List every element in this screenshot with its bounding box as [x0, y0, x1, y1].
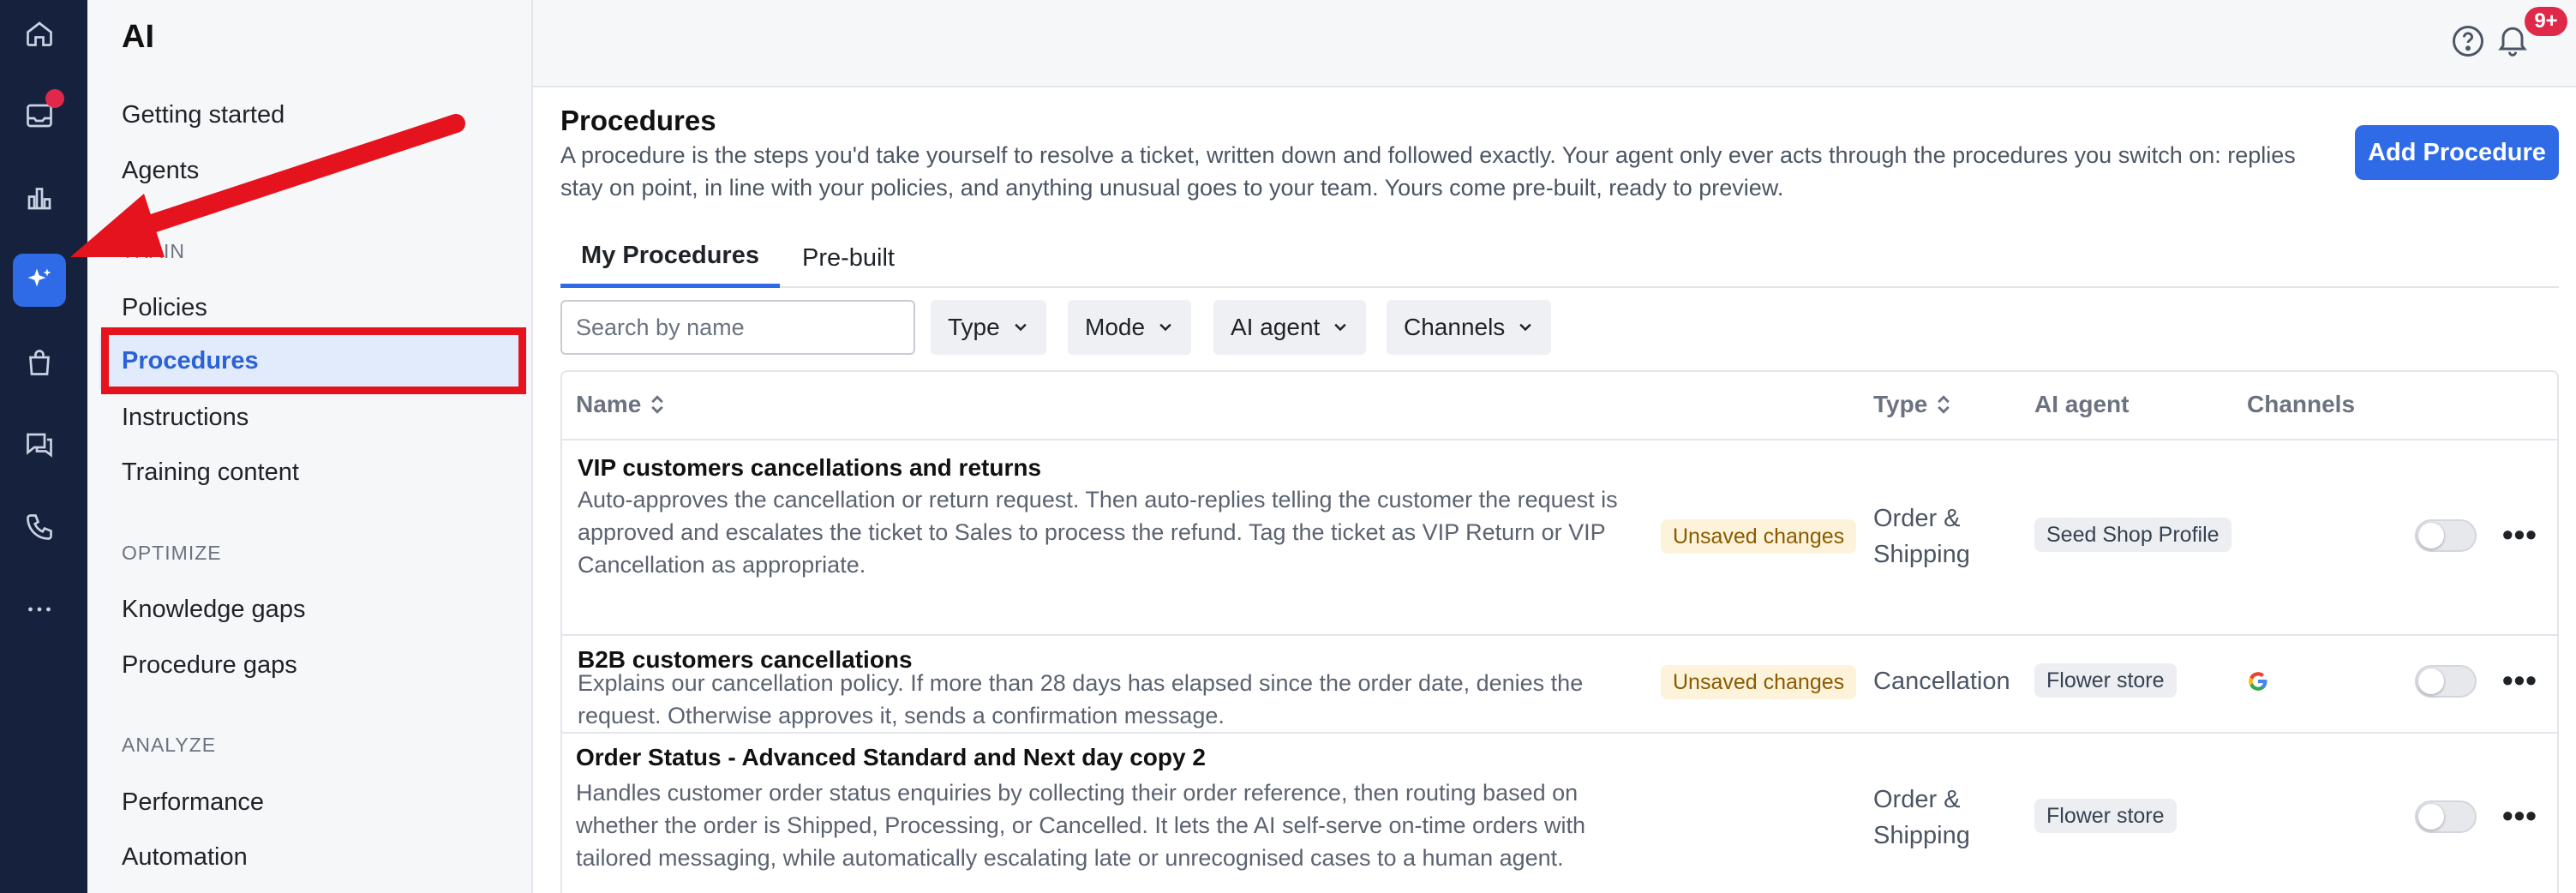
notification-count-badge: 9+: [2525, 7, 2567, 36]
column-header-name[interactable]: Name: [576, 391, 665, 418]
page-title: Procedures: [560, 105, 716, 136]
inbox-icon[interactable]: [13, 89, 66, 142]
sidebar-item-performance[interactable]: Performance: [122, 788, 264, 817]
google-icon: [2249, 672, 2267, 691]
ai-sidebar: AI Getting started Agents TRAIN Policies…: [87, 0, 533, 893]
filter-channels-dropdown[interactable]: Channels: [1387, 300, 1552, 355]
procedure-description: Handles customer order status enquiries …: [576, 780, 1586, 871]
procedure-enable-toggle[interactable]: [2415, 519, 2477, 552]
unsaved-changes-badge: Unsaved changes: [1661, 665, 1857, 699]
filter-mode-label: Mode: [1085, 314, 1146, 340]
sidebar-item-procedure-gaps[interactable]: Procedure gaps: [122, 651, 297, 680]
ai-agent-chip: Flower store: [2034, 799, 2177, 833]
sidebar-item-getting-started[interactable]: Getting started: [122, 101, 285, 129]
chat-icon[interactable]: [13, 418, 66, 471]
sort-icon: [1938, 395, 1950, 414]
sidebar-item-agents[interactable]: Agents: [122, 157, 199, 185]
row-divider: [562, 634, 2557, 636]
ai-agent-chip: Seed Shop Profile: [2034, 518, 2232, 552]
sidebar-item-policies[interactable]: Policies: [122, 294, 207, 322]
filter-ai-agent-label: AI agent: [1231, 314, 1321, 340]
procedure-type: Cancellation: [1873, 668, 2010, 695]
procedure-description: Auto-approves the cancellation or return…: [578, 487, 1618, 578]
icon-rail: [0, 0, 87, 893]
section-analyze: ANALYZE: [122, 734, 217, 756]
more-apps-icon[interactable]: [13, 583, 66, 636]
filter-type-label: Type: [948, 314, 1000, 340]
tab-pre-built[interactable]: Pre-built: [780, 228, 917, 288]
table-header-divider: [562, 439, 2557, 441]
chevron-down-icon: [1519, 323, 1532, 332]
procedures-table: Name Type AI agent Channels VIP customer…: [560, 370, 2559, 893]
chevron-down-icon: [1334, 323, 1347, 332]
annotation-highlight-box: [101, 327, 526, 394]
sidebar-item-automation[interactable]: Automation: [122, 843, 248, 872]
main-content: Procedures A procedure is the steps you'…: [533, 87, 2576, 893]
shopping-bag-icon[interactable]: [13, 336, 66, 389]
top-header: 9+: [533, 0, 2576, 87]
phone-icon[interactable]: [13, 500, 66, 554]
filter-channels-label: Channels: [1404, 314, 1506, 340]
chevron-down-icon: [1159, 323, 1171, 332]
chevron-down-icon: [1014, 323, 1027, 332]
procedure-type: Order & Shipping: [1873, 786, 1970, 849]
sidebar-item-knowledge-gaps[interactable]: Knowledge gaps: [122, 596, 305, 624]
filter-mode-dropdown[interactable]: Mode: [1068, 300, 1192, 355]
ai-agent-chip: Flower store: [2034, 663, 2177, 698]
procedure-enable-toggle[interactable]: [2415, 800, 2477, 833]
section-train: TRAIN: [122, 240, 185, 262]
column-header-ai-agent: AI agent: [2034, 391, 2130, 417]
page-description: A procedure is the steps you'd take your…: [560, 142, 2296, 201]
column-header-channels: Channels: [2247, 391, 2356, 417]
filter-ai-agent-dropdown[interactable]: AI agent: [1213, 300, 1367, 355]
section-optimize: OPTIMIZE: [122, 542, 222, 564]
more-options-icon[interactable]: •••: [2502, 519, 2537, 550]
tab-my-procedures[interactable]: My Procedures: [560, 228, 780, 288]
inbox-notification-dot: [45, 89, 64, 108]
filter-type-dropdown[interactable]: Type: [931, 300, 1046, 355]
sidebar-item-instructions[interactable]: Instructions: [122, 404, 249, 432]
statistics-icon[interactable]: [13, 171, 66, 225]
procedure-description: Explains our cancellation policy. If mor…: [578, 670, 1584, 728]
home-icon[interactable]: [13, 7, 66, 60]
sidebar-title: AI: [122, 19, 154, 55]
procedure-title[interactable]: Order Status - Advanced Standard and Nex…: [576, 744, 1206, 771]
column-header-name-label: Name: [576, 391, 642, 417]
more-options-icon[interactable]: •••: [2502, 665, 2537, 696]
more-options-icon[interactable]: •••: [2502, 800, 2537, 831]
add-procedure-button[interactable]: Add Procedure: [2355, 125, 2559, 180]
unsaved-changes-badge: Unsaved changes: [1661, 519, 1857, 554]
procedure-title[interactable]: VIP customers cancellations and returns: [578, 454, 1041, 482]
column-header-type-label: Type: [1873, 391, 1928, 417]
procedure-type: Order & Shipping: [1873, 505, 1970, 568]
tabs: My Procedures Pre-built: [560, 228, 2559, 288]
row-divider: [562, 732, 2557, 734]
sort-icon: [651, 395, 664, 414]
procedure-enable-toggle[interactable]: [2415, 665, 2477, 698]
column-header-type[interactable]: Type: [1873, 391, 1951, 418]
sidebar-item-training-content[interactable]: Training content: [122, 458, 299, 487]
search-input[interactable]: [560, 300, 915, 355]
help-icon[interactable]: [2449, 22, 2487, 60]
ai-sparkle-icon[interactable]: [13, 254, 66, 307]
